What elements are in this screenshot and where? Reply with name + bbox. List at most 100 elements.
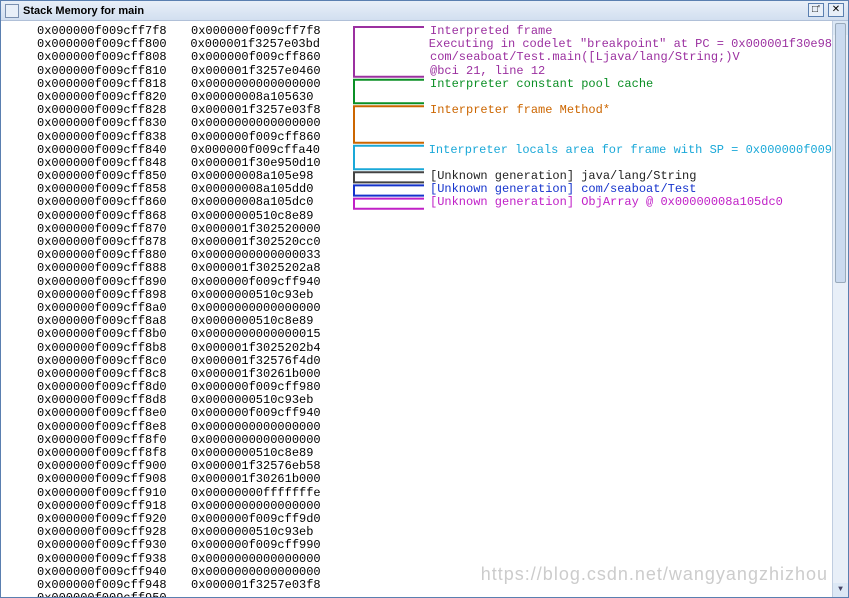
description-cell: @bci 21, line 12 [346, 65, 832, 78]
description-cell [346, 223, 832, 236]
vertical-scrollbar[interactable]: ▲ ▼ [832, 21, 848, 597]
watermark: https://blog.csdn.net/wangyangzhizhou [481, 564, 828, 585]
description-cell [346, 513, 832, 526]
value-cell: 0x000000f009cff860 [191, 131, 346, 144]
scroll-thumb[interactable] [835, 23, 846, 283]
memory-row: 0x000000f009cff8300x0000000000000000 [1, 117, 832, 130]
description-cell [346, 355, 832, 368]
memory-row: 0x000000f009cff8080x000000f009cff860com/… [1, 51, 832, 64]
address-cell: 0x000000f009cff8c0 [1, 355, 191, 368]
value-cell: 0x0000000000000000 [191, 421, 346, 434]
description-cell [346, 500, 832, 513]
description-text: com/seaboat/Test.main([Ljava/lang/String… [346, 50, 740, 64]
value-cell: 0x0000000000000000 [191, 566, 346, 579]
value-cell: 0x000000f009cff940 [191, 276, 346, 289]
description-cell [346, 447, 832, 460]
value-cell: 0x0000000000000000 [191, 117, 346, 130]
memory-row: 0x000000f009cff8400x000000f009cffa40Inte… [1, 144, 832, 157]
memory-row: 0x000000f009cff9080x000001f30261b000 [1, 473, 832, 486]
value-cell: 0x0000000510c93eb [191, 289, 346, 302]
memory-row: 0x000000f009cff8680x0000000510c8e89 [1, 210, 832, 223]
address-cell: 0x000000f009cff890 [1, 276, 191, 289]
value-cell: 0x000001f3025202b4 [191, 342, 346, 355]
address-cell: 0x000000f009cff908 [1, 473, 191, 486]
description-cell: [Unknown generation] ObjArray @ 0x000000… [346, 196, 832, 209]
value-cell: 0x000001f30261b000 [191, 473, 346, 486]
description-cell [346, 487, 832, 500]
value-cell: 0x0000000000000000 [191, 553, 346, 566]
address-cell: 0x000000f009cff930 [1, 539, 191, 552]
address-cell: 0x000000f009cff940 [1, 566, 191, 579]
description-cell [346, 276, 832, 289]
description-cell: com/seaboat/Test.main([Ljava/lang/String… [346, 51, 832, 64]
memory-table[interactable]: 0x000000f009cff7f80x000000f009cff7f8Inte… [1, 21, 832, 597]
description-cell [346, 342, 832, 355]
address-cell: 0x000000f009cff888 [1, 262, 191, 275]
description-text: Interpreter frame Method* [346, 103, 610, 117]
scroll-down-arrow[interactable]: ▼ [833, 583, 848, 597]
value-cell: 0x000001f32576f4d0 [191, 355, 346, 368]
close-button[interactable]: ✕ [828, 3, 844, 17]
address-cell: 0x000000f009cff898 [1, 289, 191, 302]
description-text: [Unknown generation] ObjArray @ 0x000000… [346, 195, 783, 209]
description-cell [346, 302, 832, 315]
memory-row: 0x000000f009cff9300x000000f009cff990 [1, 539, 832, 552]
value-cell: 0x00000000fffffffe [191, 487, 346, 500]
description-cell [346, 592, 832, 597]
address-cell: 0x000000f009cff918 [1, 500, 191, 513]
value-cell: 0x000000f009cffa40 [190, 144, 344, 157]
address-cell: 0x000000f009cff830 [1, 117, 191, 130]
description-cell [346, 539, 832, 552]
description-cell [346, 526, 832, 539]
memory-row: 0x000000f009cff8980x0000000510c93eb [1, 289, 832, 302]
memory-row: 0x000000f009cff8c00x000001f32576f4d0 [1, 355, 832, 368]
description-cell [346, 236, 832, 249]
description-cell [346, 328, 832, 341]
description-cell [346, 131, 832, 144]
description-text: Interpreter constant pool cache [346, 77, 653, 91]
value-cell: 0x000001f3257e03f8 [191, 579, 346, 592]
memory-row: 0x000000f009cff9100x00000000fffffffe [1, 487, 832, 500]
value-cell: 0x000000f009cff990 [191, 539, 346, 552]
window-buttons: □' ✕ [808, 3, 844, 17]
value-cell: 0x00000008a105dc0 [191, 196, 346, 209]
minimize-button[interactable]: □' [808, 3, 824, 17]
description-cell [346, 117, 832, 130]
description-cell: Interpreter frame Method* [346, 104, 832, 117]
description-text: Interpreter locals area for frame with S… [345, 143, 832, 157]
description-text: [Unknown generation] com/seaboat/Test [346, 182, 696, 196]
description-cell [346, 289, 832, 302]
memory-row: 0x000000f009cff8100x000001f3257e0460@bci… [1, 65, 832, 78]
address-cell: 0x000000f009cff840 [1, 144, 190, 157]
memory-row: 0x000000f009cff9180x0000000000000000 [1, 500, 832, 513]
memory-row: 0x000000f009cff950 [1, 592, 832, 597]
description-cell: Interpreter constant pool cache [346, 78, 832, 91]
memory-row: 0x000000f009cff8b00x0000000000000015 [1, 328, 832, 341]
address-cell: 0x000000f009cff8b8 [1, 342, 191, 355]
memory-row: 0x000000f009cff8600x00000008a105dc0[Unkn… [1, 196, 832, 209]
description-cell [346, 473, 832, 486]
window-title: Stack Memory for main [23, 5, 144, 17]
description-cell [346, 460, 832, 473]
address-cell: 0x000000f009cff818 [1, 78, 191, 91]
value-cell: 0x000000f009cff940 [191, 407, 346, 420]
address-cell: 0x000000f009cff910 [1, 487, 191, 500]
description-text: Interpreted frame [346, 24, 552, 38]
description-cell [346, 394, 832, 407]
description-cell: Interpreter locals area for frame with S… [345, 144, 832, 157]
value-cell [191, 592, 346, 597]
memory-row: 0x000000f009cff8880x000001f3025202a8 [1, 262, 832, 275]
value-cell: 0x0000000000000015 [191, 328, 346, 341]
address-cell: 0x000000f009cff808 [1, 51, 191, 64]
value-cell: 0x000000f009cff860 [191, 51, 346, 64]
address-cell: 0x000000f009cff8e8 [1, 421, 191, 434]
description-cell [346, 315, 832, 328]
memory-row: 0x000000f009cff8180x0000000000000000Inte… [1, 78, 832, 91]
memory-row: 0x000000f009cff8e00x000000f009cff940 [1, 407, 832, 420]
value-cell: 0x0000000510c8e89 [191, 210, 346, 223]
memory-row: 0x000000f009cff8380x000000f009cff860 [1, 131, 832, 144]
stack-memory-window: Stack Memory for main □' ✕ 0x000000f009c… [0, 0, 849, 598]
description-text: @bci 21, line 12 [346, 64, 545, 78]
description-cell [346, 381, 832, 394]
memory-row: 0x000000f009cff8e80x0000000000000000 [1, 421, 832, 434]
